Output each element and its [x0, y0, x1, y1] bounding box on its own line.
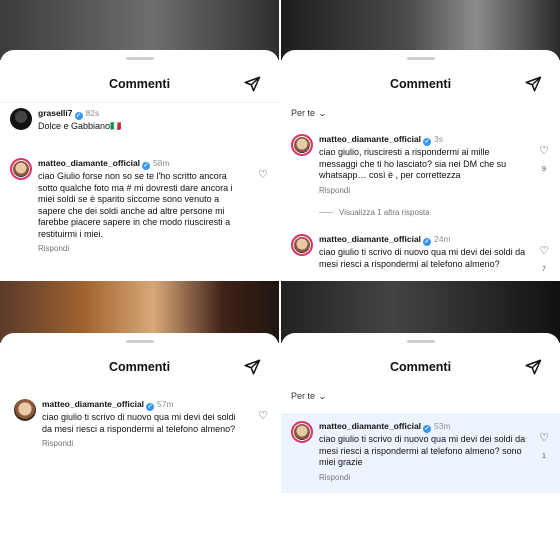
- sheet-header: Commenti: [0, 355, 279, 379]
- divider: [319, 212, 333, 214]
- comments-panel-2: Commenti Per te ⌄ matteo_diamante_officia…: [281, 0, 560, 281]
- sheet-title: Commenti: [108, 77, 171, 91]
- send-icon[interactable]: [243, 75, 261, 93]
- sheet-title: Commenti: [389, 77, 452, 91]
- comments-panel-3: Commenti matteo_diamante_official ✓ 57m ci…: [0, 281, 279, 560]
- username[interactable]: graselli7: [38, 108, 73, 118]
- verified-badge-icon: ✓: [423, 425, 432, 433]
- like-count: 1: [541, 451, 547, 460]
- avatar[interactable]: [291, 234, 313, 256]
- heart-outline-icon[interactable]: ♡: [257, 168, 269, 181]
- drag-handle[interactable]: [406, 340, 435, 343]
- comment-item: matteo_diamante_official ✓ 57m ciao giulio…: [14, 399, 269, 448]
- drag-handle[interactable]: [125, 57, 154, 60]
- reply-button[interactable]: Rispondi: [42, 439, 247, 448]
- heart-outline-icon[interactable]: ♡: [257, 409, 269, 422]
- avatar[interactable]: [291, 421, 313, 443]
- send-icon[interactable]: [243, 358, 261, 376]
- comment-time: 24m: [434, 234, 451, 244]
- comments-panel-4: Commenti Per te ⌄ matteo_diamante_officia…: [281, 281, 560, 560]
- heart-outline-icon[interactable]: ♡ 7: [538, 244, 550, 273]
- send-icon[interactable]: [524, 358, 542, 376]
- comment-item: matteo_diamante_official ✓ 53m ciao giulio…: [291, 421, 550, 482]
- chevron-down-icon: ⌄: [318, 109, 327, 118]
- sheet-title: Commenti: [108, 360, 171, 374]
- username[interactable]: matteo_diamante_official: [42, 399, 144, 409]
- comment-time: 3s: [434, 134, 444, 144]
- avatar[interactable]: [14, 399, 36, 421]
- comment-text: ciao giulio ti scrivo di nuovo qua mi de…: [319, 434, 526, 467]
- comments-sheet: Commenti graselli7 ✓ 82s Dolce e Gabbiano🇮…: [0, 50, 279, 281]
- comments-sheet: Commenti Per te ⌄ matteo_diamante_officia…: [281, 333, 560, 560]
- comment-time: 82s: [85, 108, 100, 118]
- sort-dropdown[interactable]: Per te ⌄: [291, 108, 327, 118]
- comment-time: 53m: [434, 421, 451, 431]
- comment-item: matteo_diamante_official ✓ 24m ciao giulio…: [291, 234, 550, 273]
- username[interactable]: matteo_diamante_official: [319, 134, 421, 144]
- sheet-header: Commenti: [281, 355, 560, 379]
- like-count: 7: [541, 264, 547, 273]
- avatar[interactable]: [10, 158, 32, 180]
- avatar[interactable]: [291, 134, 313, 156]
- sheet-header: Commenti: [0, 72, 279, 96]
- username[interactable]: matteo_diamante_official: [38, 158, 140, 168]
- heart-outline-icon[interactable]: ♡ 1: [538, 431, 550, 460]
- comment-item: matteo_diamante_official ✓ 58m ciao Giulio…: [10, 158, 269, 253]
- drag-handle[interactable]: [406, 57, 435, 60]
- username[interactable]: matteo_diamante_official: [319, 421, 421, 431]
- comments-sheet: Commenti Per te ⌄ matteo_diamante_officia…: [281, 50, 560, 281]
- divider: [0, 102, 279, 103]
- comment-text: ciao giulio ti scrivo di nuovo qua mi de…: [42, 412, 236, 434]
- view-replies-label: Visualizza 1 altra risposta: [339, 208, 430, 217]
- comment-text: Dolce e Gabbiano🇮🇹: [38, 121, 122, 131]
- sheet-title: Commenti: [389, 360, 452, 374]
- reply-button[interactable]: Rispondi: [38, 244, 247, 253]
- comment-item: graselli7 ✓ 82s Dolce e Gabbiano🇮🇹: [10, 108, 269, 133]
- reply-button[interactable]: Rispondi: [319, 473, 528, 482]
- reply-button[interactable]: Rispondi: [319, 186, 528, 195]
- comments-sheet: Commenti matteo_diamante_official ✓ 57m ci…: [0, 333, 279, 560]
- comment-time: 57m: [157, 399, 174, 409]
- comment-time: 58m: [153, 158, 170, 168]
- comment-item: matteo_diamante_official ✓ 3s ciao giulio,…: [291, 134, 550, 195]
- drag-handle[interactable]: [125, 340, 154, 343]
- verified-badge-icon: ✓: [423, 238, 432, 246]
- comments-panel-1: Commenti graselli7 ✓ 82s Dolce e Gabbiano🇮…: [0, 0, 279, 281]
- sort-label: Per te: [291, 108, 316, 118]
- sheet-header: Commenti: [281, 72, 560, 96]
- verified-badge-icon: ✓: [146, 403, 155, 411]
- send-icon[interactable]: [524, 75, 542, 93]
- verified-badge-icon: ✓: [74, 112, 83, 120]
- username[interactable]: matteo_diamante_official: [319, 234, 421, 244]
- comment-text: ciao giulio, riusciresti a rispondermi a…: [319, 147, 507, 180]
- heart-outline-icon[interactable]: ♡ 9: [538, 144, 550, 173]
- verified-badge-icon: ✓: [423, 138, 432, 146]
- comment-text: ciao giulio ti scrivo di nuovo qua mi de…: [319, 247, 526, 269]
- like-count: 9: [541, 164, 547, 173]
- sort-dropdown[interactable]: Per te ⌄: [291, 391, 327, 401]
- avatar[interactable]: [10, 108, 32, 130]
- comment-text: ciao Giulio forse non so se te l'ho scri…: [38, 171, 233, 239]
- view-replies-link[interactable]: Visualizza 1 altra risposta: [319, 208, 430, 217]
- chevron-down-icon: ⌄: [318, 392, 327, 401]
- verified-badge-icon: ✓: [142, 162, 151, 170]
- sort-label: Per te: [291, 391, 316, 401]
